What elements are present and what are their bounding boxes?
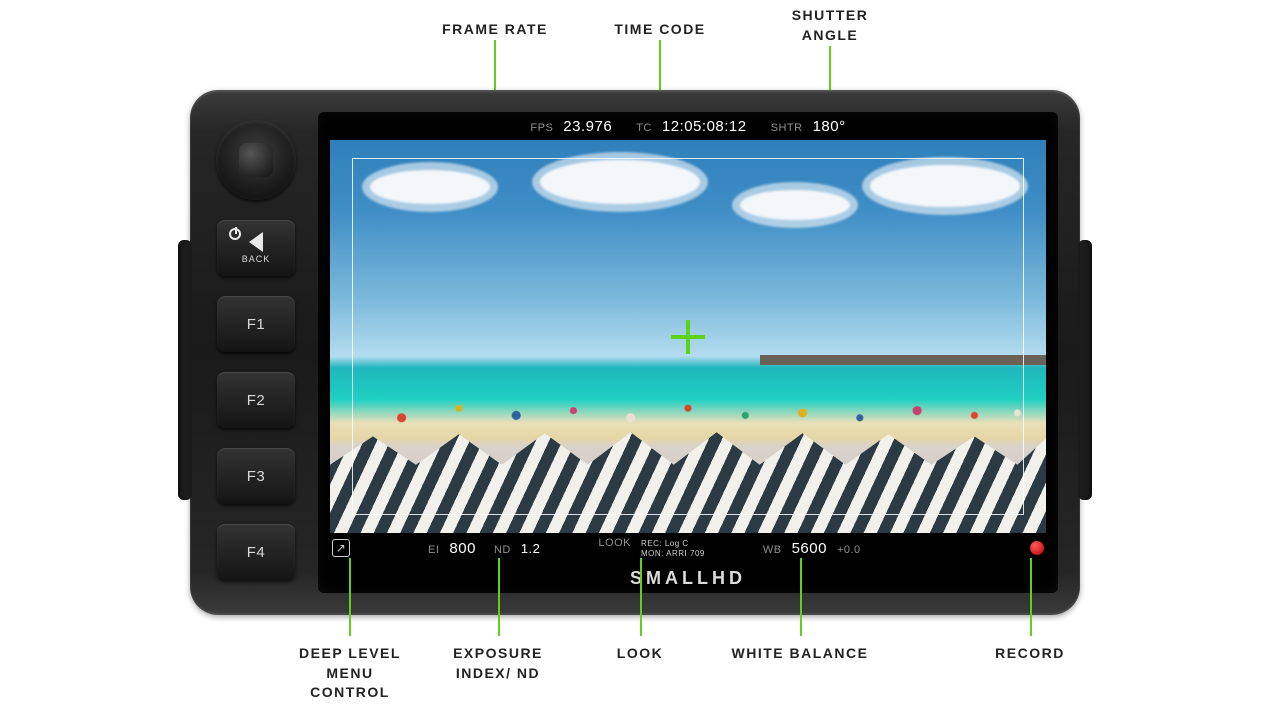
callout-shutter-angle: SHUTTER ANGLE [770, 6, 890, 45]
callout-ei-nd: EXPOSURE INDEX/ ND [438, 644, 558, 683]
power-icon [229, 228, 241, 240]
osd-bottom-bar: ↗ EI 800 ND 1.2 LOOK REC: Log C MON: ARR… [318, 535, 1058, 561]
callout-look: LOOK [600, 644, 680, 664]
joystick-nub[interactable] [239, 143, 273, 177]
leader-ei-nd [498, 558, 500, 636]
leader-record [1030, 558, 1032, 636]
osd-look-lines: REC: Log C MON: ARRI 709 [641, 539, 705, 559]
chevron-left-icon [249, 232, 263, 252]
screen-panel: FPS 23.976 TC 12:05:08:12 SHTR 180° [318, 112, 1058, 593]
diagram-stage: FRAME RATE TIME CODE SHUTTER ANGLE BACK … [0, 0, 1280, 720]
osd-timecode[interactable]: TC 12:05:08:12 [636, 118, 746, 135]
leader-wb [800, 558, 802, 636]
osd-wb[interactable]: WB 5600 +0.0 [763, 540, 861, 557]
osd-look-rec: REC: Log C [641, 539, 705, 549]
back-button-label: BACK [242, 254, 271, 264]
f3-button[interactable]: F3 [217, 448, 295, 504]
osd-nd-key: ND [494, 544, 511, 556]
brand-logo: SMALLHD [318, 568, 1058, 589]
back-button[interactable]: BACK [217, 220, 295, 276]
osd-fps-key: FPS [530, 122, 553, 134]
osd-wb-key: WB [763, 544, 782, 556]
f2-button[interactable]: F2 [217, 372, 295, 428]
arrow-up-right-icon: ↗ [336, 541, 347, 555]
osd-look-key: LOOK [598, 537, 631, 549]
osd-look[interactable]: LOOK REC: Log C MON: ARRI 709 [598, 537, 704, 559]
leader-menu [349, 558, 351, 636]
callout-record: RECORD [980, 644, 1080, 664]
callout-frame-rate: FRAME RATE [435, 20, 555, 40]
osd-wb-value: 5600 [792, 540, 827, 557]
osd-shutter[interactable]: SHTR 180° [771, 118, 846, 135]
osd-top-bar: FPS 23.976 TC 12:05:08:12 SHTR 180° [318, 112, 1058, 140]
f4-button[interactable]: F4 [217, 524, 295, 580]
callout-deep-menu: DEEP LEVEL MENU CONTROL [290, 644, 410, 703]
f1-button[interactable]: F1 [217, 296, 295, 352]
osd-nd-value: 1.2 [521, 541, 541, 556]
osd-shtr-value: 180° [813, 118, 846, 135]
callout-white-balance: WHITE BALANCE [720, 644, 880, 664]
deep-menu-button[interactable]: ↗ [332, 539, 350, 557]
center-crosshair-icon [671, 320, 705, 354]
osd-fps-value: 23.976 [563, 118, 612, 135]
osd-ei-value: 800 [449, 540, 476, 557]
monitor-device: BACK F1 F2 F3 F4 FPS 23.976 TC 12:05:08:… [190, 90, 1080, 615]
osd-shtr-key: SHTR [771, 122, 803, 134]
record-button[interactable] [1030, 541, 1044, 555]
leader-look [640, 558, 642, 636]
osd-ei-key: EI [428, 544, 439, 556]
live-view [330, 140, 1046, 533]
hardware-button-column: BACK F1 F2 F3 F4 [212, 120, 300, 580]
osd-tc-key: TC [636, 122, 652, 134]
joystick[interactable] [216, 120, 296, 200]
osd-wb-tint: +0.0 [837, 544, 861, 556]
osd-fps[interactable]: FPS 23.976 [530, 118, 612, 135]
callout-time-code: TIME CODE [600, 20, 720, 40]
osd-tc-value: 12:05:08:12 [662, 118, 747, 135]
osd-ei[interactable]: EI 800 [428, 540, 476, 557]
osd-look-mon: MON: ARRI 709 [641, 549, 705, 559]
osd-nd[interactable]: ND 1.2 [494, 541, 540, 556]
